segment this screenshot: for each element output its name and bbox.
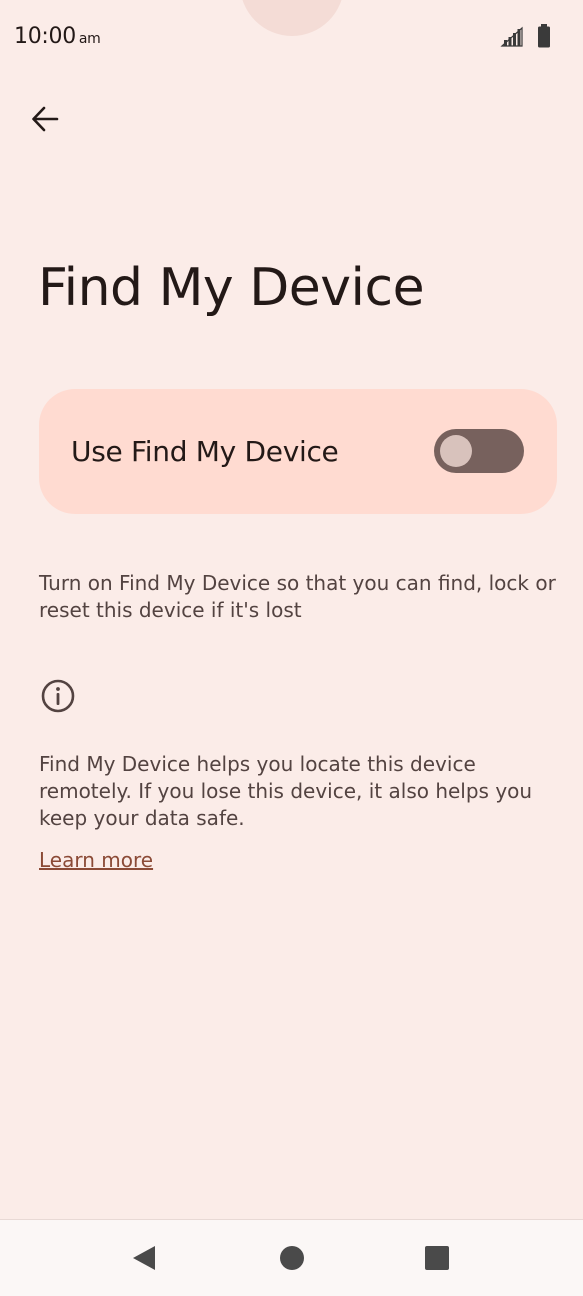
screen: 10:00 am Find My Device Use Find My Devic… bbox=[0, 0, 583, 1296]
switch-thumb bbox=[440, 435, 472, 467]
nav-back-icon[interactable] bbox=[131, 1244, 157, 1272]
info-icon bbox=[41, 679, 75, 713]
status-time-ampm: am bbox=[78, 31, 101, 47]
use-find-my-device-switch[interactable] bbox=[434, 429, 524, 473]
use-find-my-device-toggle-row[interactable]: Use Find My Device bbox=[39, 389, 557, 514]
signal-icon bbox=[500, 26, 523, 47]
info-text: Find My Device helps you locate this dev… bbox=[39, 752, 533, 830]
learn-more-link[interactable]: Learn more bbox=[39, 848, 153, 872]
toggle-label: Use Find My Device bbox=[71, 435, 339, 468]
arrow-back-icon bbox=[32, 106, 59, 132]
status-time-value: 10:00 bbox=[14, 24, 76, 49]
camera-notch bbox=[240, 0, 344, 36]
nav-home-icon[interactable] bbox=[280, 1246, 304, 1270]
status-time: 10:00 am bbox=[14, 24, 101, 49]
page-title: Find My Device bbox=[38, 258, 425, 318]
nav-recents-icon[interactable] bbox=[425, 1246, 449, 1270]
find-my-device-description: Turn on Find My Device so that you can f… bbox=[39, 571, 556, 622]
back-button[interactable] bbox=[22, 96, 68, 142]
status-bar: 10:00 am bbox=[0, 0, 583, 78]
navigation-bar bbox=[0, 1219, 583, 1296]
battery-icon bbox=[538, 24, 550, 48]
